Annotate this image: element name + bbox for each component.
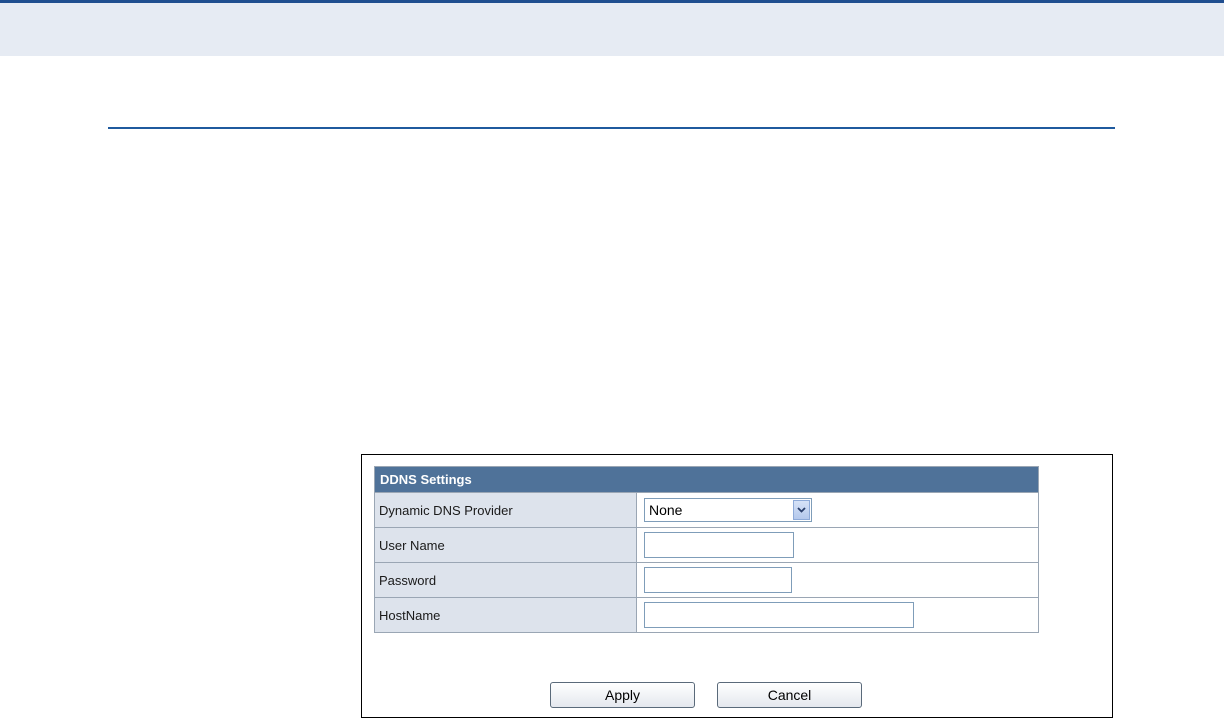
page: DDNS Settings Dynamic DNS Provider None	[0, 0, 1224, 720]
dynamic-dns-provider-select[interactable]: None	[644, 498, 812, 522]
table-header-row: DDNS Settings	[375, 467, 1038, 492]
hostname-input[interactable]	[644, 602, 914, 628]
dynamic-dns-provider-label: Dynamic DNS Provider	[375, 492, 637, 527]
password-cell	[637, 562, 1038, 597]
hostname-label: HostName	[375, 597, 637, 632]
password-label: Password	[375, 562, 637, 597]
section-title: DDNS Settings	[375, 467, 1038, 492]
dynamic-dns-provider-cell: None	[637, 492, 1038, 527]
table-row: User Name	[375, 527, 1038, 562]
header-band	[0, 3, 1224, 56]
password-input[interactable]	[644, 567, 792, 593]
section-divider	[108, 127, 1115, 129]
hostname-cell	[637, 597, 1038, 632]
dynamic-dns-provider-selected-value: None	[649, 502, 683, 518]
user-name-input[interactable]	[644, 532, 794, 558]
apply-button[interactable]: Apply	[550, 682, 695, 708]
user-name-label: User Name	[375, 527, 637, 562]
table-row: HostName	[375, 597, 1038, 632]
table-row: Dynamic DNS Provider None	[375, 492, 1038, 527]
user-name-cell	[637, 527, 1038, 562]
ddns-settings-figure: DDNS Settings Dynamic DNS Provider None	[361, 454, 1113, 718]
ddns-settings-table: DDNS Settings Dynamic DNS Provider None	[374, 466, 1039, 633]
chevron-down-icon[interactable]	[793, 500, 810, 520]
table-row: Password	[375, 562, 1038, 597]
cancel-button[interactable]: Cancel	[717, 682, 862, 708]
